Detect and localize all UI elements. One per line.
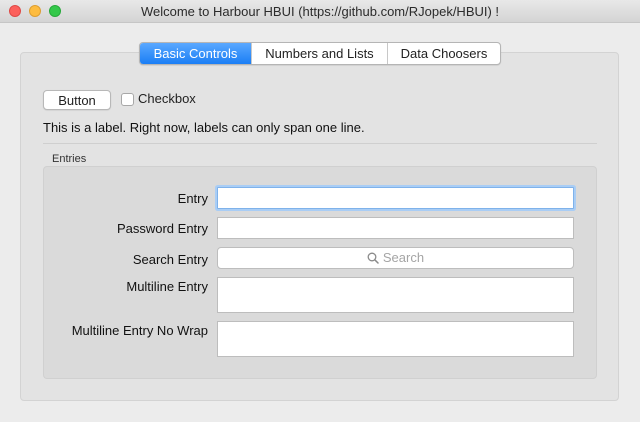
multiline-entry-label: Multiline Entry	[126, 279, 208, 294]
multiline-entry-nowrap-label: Multiline Entry No Wrap	[71, 323, 208, 338]
multiline-entry-nowrap-field[interactable]	[217, 321, 574, 357]
tab-numbers-and-lists[interactable]: Numbers and Lists	[251, 43, 387, 64]
app-window: Welcome to Harbour HBUI (https://github.…	[0, 0, 640, 422]
password-entry-label: Password Entry	[116, 221, 208, 236]
checkbox-label[interactable]: Checkbox	[138, 91, 196, 106]
password-entry-field[interactable]	[217, 217, 574, 239]
search-icon	[367, 252, 379, 264]
window-title: Welcome to Harbour HBUI (https://github.…	[140, 4, 500, 19]
search-placeholder-text: Search	[382, 250, 425, 265]
entry-label: Entry	[177, 191, 208, 206]
multiline-entry-field[interactable]	[217, 277, 574, 313]
entry-field[interactable]	[217, 187, 574, 209]
button[interactable]: Button	[43, 90, 111, 110]
checkbox[interactable]	[121, 93, 134, 106]
title-bar[interactable]: Welcome to Harbour HBUI (https://github.…	[0, 0, 640, 23]
tab-basic-controls[interactable]: Basic Controls	[140, 43, 251, 64]
tab-bar: Basic Controls Numbers and Lists Data Ch…	[139, 42, 501, 65]
tab-data-choosers[interactable]: Data Choosers	[387, 43, 500, 64]
search-placeholder: Search	[218, 250, 573, 265]
entries-group-title: Entries	[52, 153, 87, 165]
search-entry-label: Search Entry	[132, 252, 208, 267]
info-label: This is a label. Right now, labels can o…	[43, 120, 365, 135]
horizontal-separator	[43, 143, 597, 144]
search-entry-field[interactable]: Search	[217, 247, 574, 269]
